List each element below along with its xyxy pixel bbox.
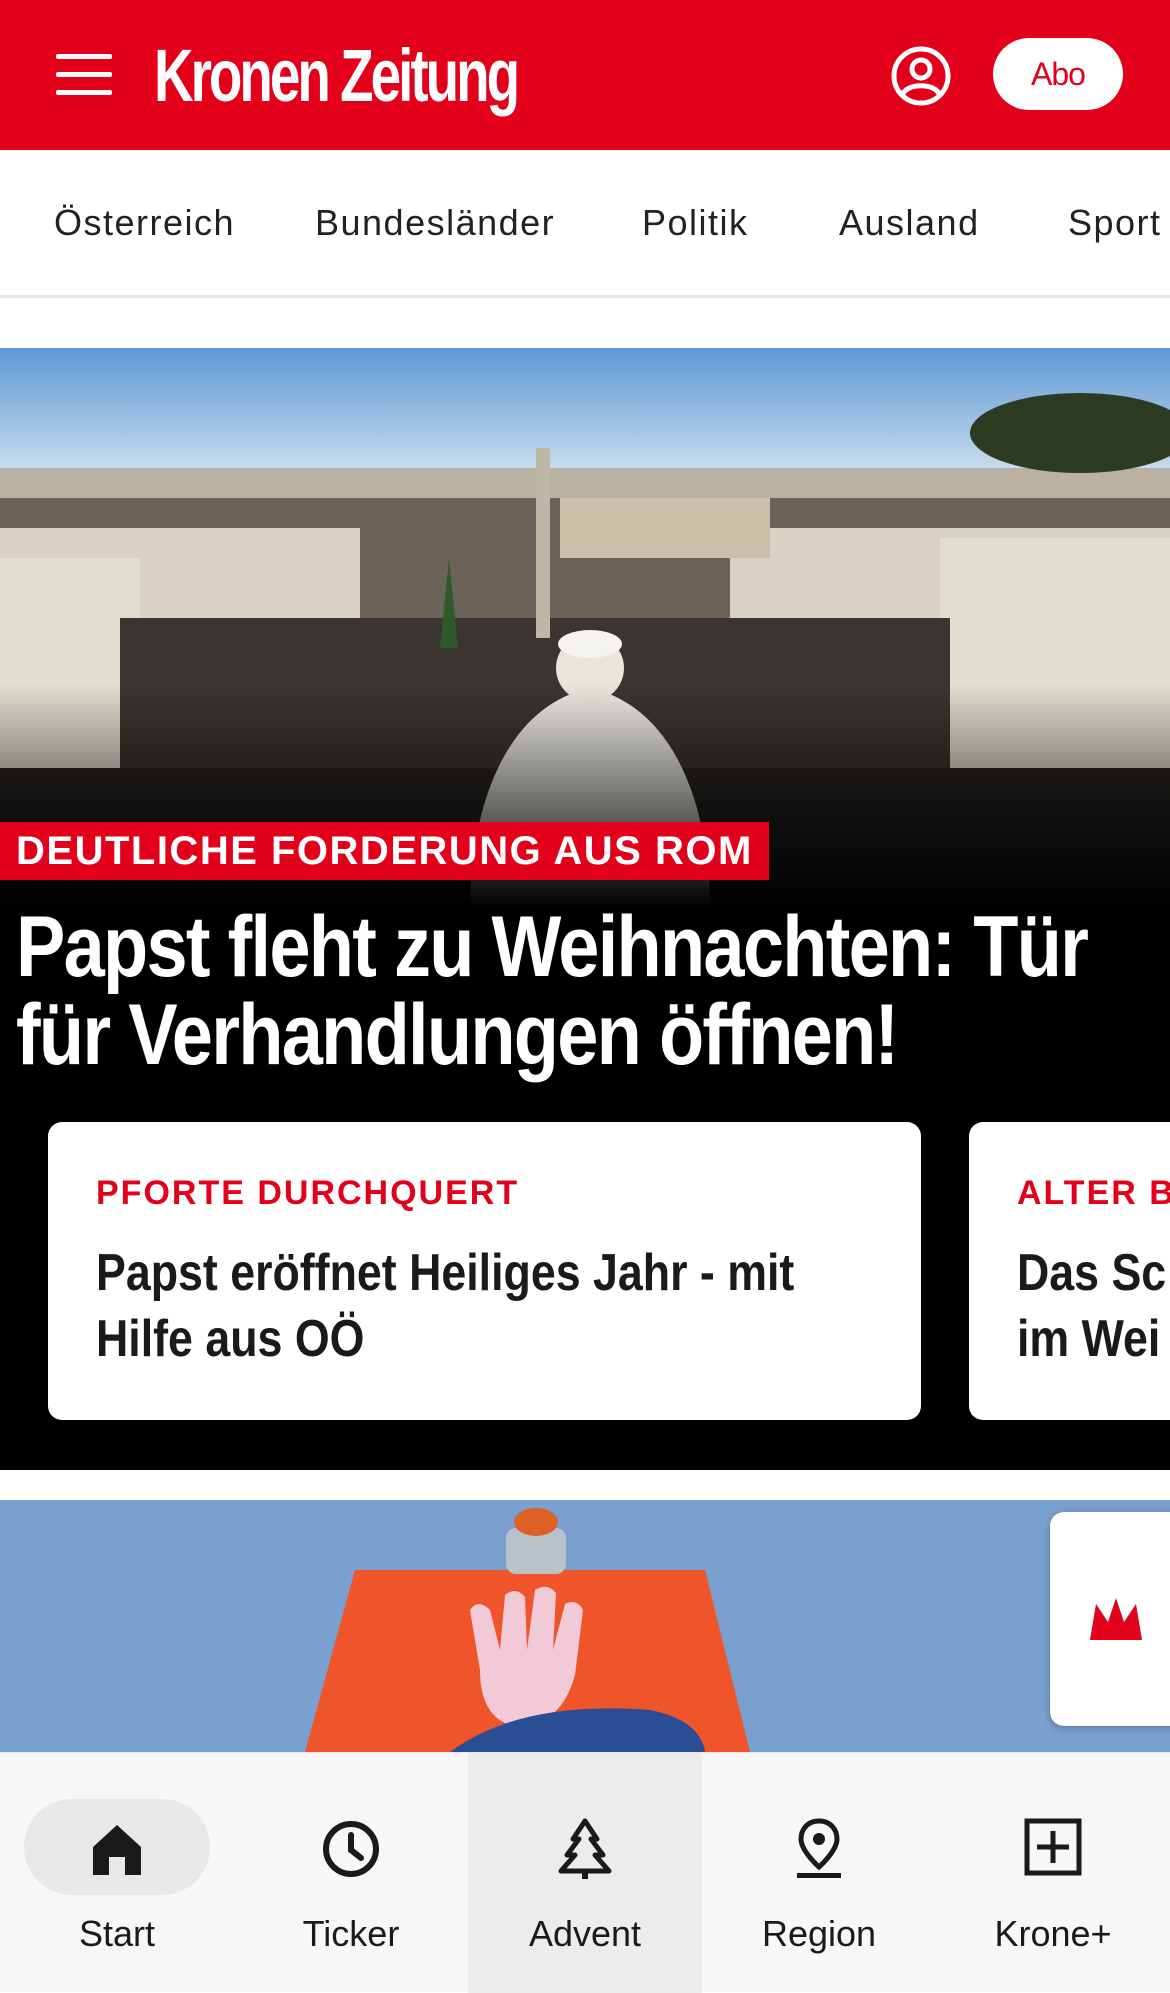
menu-icon[interactable]	[56, 54, 112, 95]
related-article-card[interactable]: PFORTE DURCHQUERT Papst eröffnet Heilige…	[48, 1122, 921, 1420]
abo-button[interactable]: Abo	[993, 38, 1123, 110]
hero-article[interactable]: DEUTLICHE FORDERUNG AUS ROM Papst fleht …	[0, 348, 1170, 1470]
bottom-nav-advent[interactable]: Advent	[468, 1753, 702, 1993]
user-account-icon[interactable]	[890, 45, 952, 107]
related-article-card[interactable]: ALTER B Das Sc im Wei	[969, 1122, 1170, 1420]
tree-icon	[558, 1818, 612, 1879]
category-nav: Österreich Bundesländer Politik Ausland …	[0, 150, 1170, 298]
card-kicker: PFORTE DURCHQUERT	[96, 1174, 520, 1212]
article-teaser-image[interactable]	[0, 1500, 1170, 1752]
bottom-nav-kroneplus[interactable]: Krone+	[936, 1753, 1170, 1993]
clock-icon	[323, 1821, 379, 1877]
bottom-nav-label: Region	[761, 1913, 877, 1954]
bottom-nav-label: Start	[78, 1913, 156, 1954]
hero-kicker: DEUTLICHE FORDERUNG AUS ROM	[0, 822, 769, 880]
location-pin-icon	[797, 1818, 841, 1878]
bottom-navigation: Start Ticker Advent Region Krone+	[0, 1752, 1170, 1993]
bottom-nav-label: Krone+	[994, 1913, 1112, 1954]
home-icon	[93, 1825, 141, 1875]
bottom-nav-label: Advent	[528, 1913, 642, 1954]
logo[interactable]: Kronen Zeitung	[154, 36, 520, 116]
bottom-nav-label: Ticker	[302, 1913, 400, 1954]
plus-box-icon	[1024, 1818, 1082, 1876]
card-kicker: ALTER B	[1017, 1174, 1170, 1212]
card-title: Papst eröffnet Heiliges Jahr - mit Hilfe…	[96, 1244, 795, 1368]
teaser-image	[0, 1500, 1170, 1752]
hero-headline[interactable]: Papst fleht zu Weihnachten: Tür für Verh…	[16, 903, 1151, 1079]
nav-item-politik[interactable]: Politik	[642, 202, 749, 244]
nav-item-sport[interactable]: Sport	[1068, 202, 1162, 244]
bottom-nav-start[interactable]: Start	[0, 1753, 234, 1993]
nav-item-ausland[interactable]: Ausland	[839, 202, 980, 244]
crown-icon	[1090, 1598, 1142, 1640]
nav-item-oesterreich[interactable]: Österreich	[54, 202, 235, 244]
bottom-nav-region[interactable]: Region	[702, 1753, 936, 1993]
nav-item-bundeslaender[interactable]: Bundesländer	[315, 202, 555, 244]
bottom-nav-ticker[interactable]: Ticker	[234, 1753, 468, 1993]
app-header: Kronen Zeitung Abo	[0, 0, 1170, 150]
krone-floating-button[interactable]	[1050, 1512, 1170, 1726]
card-title: Das Sc im Wei	[1017, 1244, 1167, 1368]
